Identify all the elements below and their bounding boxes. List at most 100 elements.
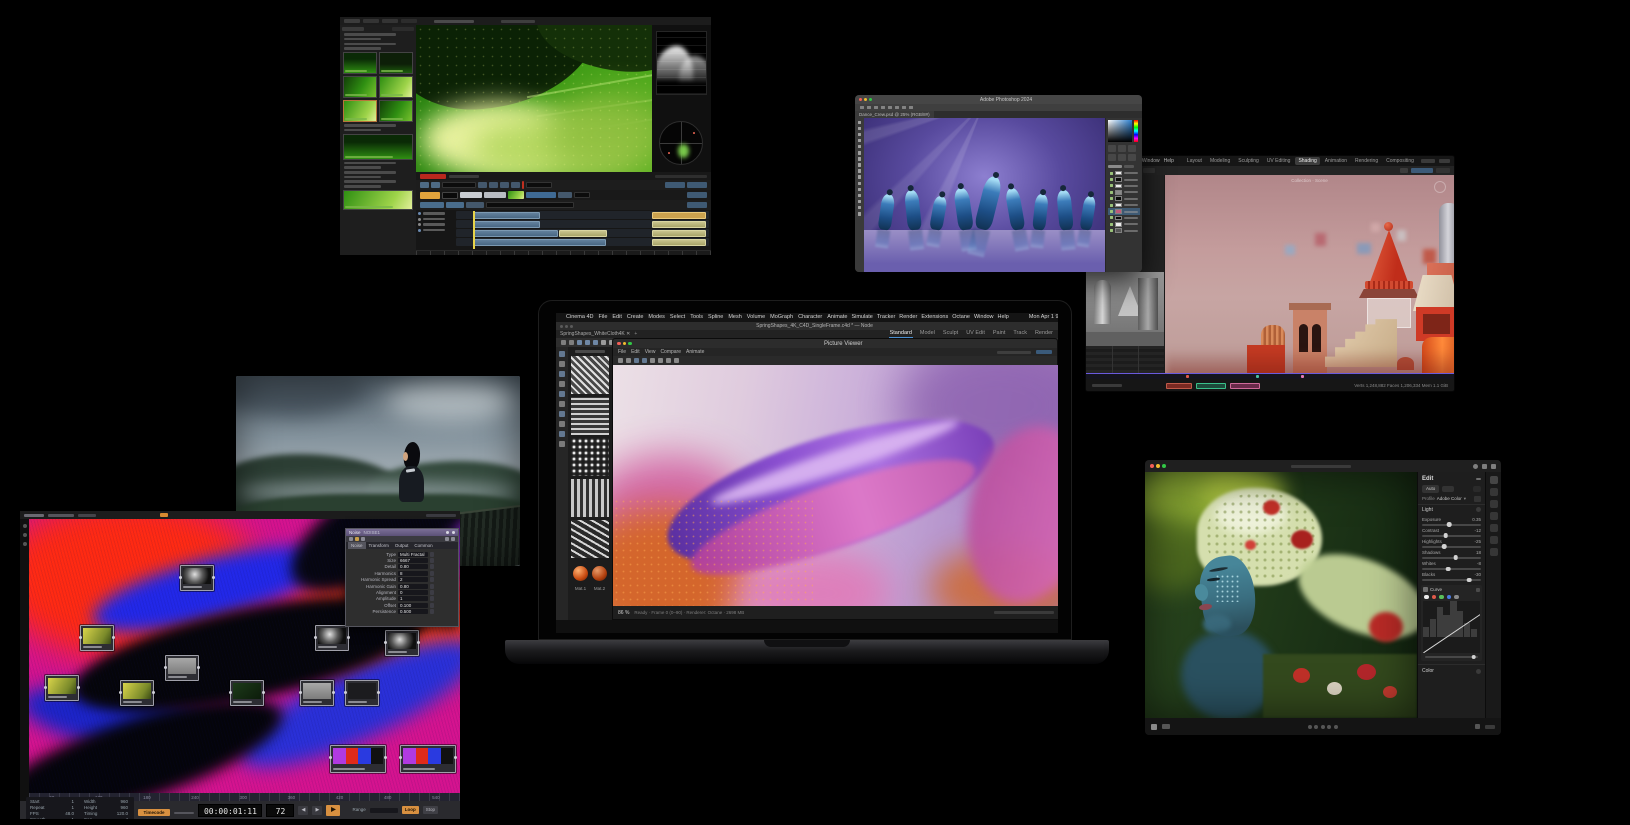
transport-button[interactable] bbox=[420, 182, 429, 188]
folder-icon[interactable] bbox=[618, 358, 623, 363]
parameter-value-field[interactable]: 8 bbox=[398, 570, 428, 576]
pin-icon[interactable] bbox=[446, 531, 449, 534]
node[interactable] bbox=[79, 625, 115, 651]
value-chip[interactable] bbox=[687, 202, 707, 208]
material-sphere[interactable] bbox=[573, 566, 588, 581]
play-button[interactable]: ▶ bbox=[326, 804, 341, 816]
share-icon[interactable] bbox=[1482, 463, 1487, 469]
adjustment-icon[interactable] bbox=[1108, 145, 1116, 152]
panel-collapse-icon[interactable] bbox=[1476, 587, 1480, 592]
transport-button[interactable] bbox=[478, 182, 487, 188]
slider-track[interactable] bbox=[1422, 544, 1481, 549]
value-field[interactable] bbox=[574, 192, 590, 198]
rail-icon[interactable] bbox=[22, 542, 27, 546]
menu-item[interactable]: Animate bbox=[827, 314, 847, 321]
rail-icon[interactable] bbox=[22, 533, 27, 537]
reset-button[interactable] bbox=[1473, 485, 1481, 492]
workspace-tab[interactable]: Rendering bbox=[1352, 157, 1381, 165]
section-reset-icon[interactable] bbox=[1476, 668, 1481, 674]
tool-chip[interactable] bbox=[1400, 168, 1408, 173]
stepper[interactable] bbox=[430, 558, 434, 564]
overlay-chip[interactable] bbox=[1436, 168, 1450, 173]
tool-option-icon[interactable] bbox=[874, 105, 878, 110]
timeline-track[interactable] bbox=[456, 220, 709, 228]
workspace-tab[interactable]: Layout bbox=[1184, 157, 1205, 165]
visibility-icon[interactable] bbox=[1110, 171, 1113, 175]
close-icon[interactable] bbox=[1150, 464, 1154, 468]
slider-track[interactable] bbox=[1422, 522, 1481, 527]
visibility-icon[interactable] bbox=[1110, 178, 1113, 182]
workspace-tab[interactable]: UV Editing bbox=[1264, 157, 1294, 165]
visibility-icon[interactable] bbox=[1110, 210, 1113, 214]
parameter-value-field[interactable]: Multi Fractal bbox=[398, 551, 428, 557]
stepper[interactable] bbox=[430, 596, 434, 602]
heal-tool-icon[interactable] bbox=[857, 157, 862, 161]
menu-item[interactable]: File bbox=[599, 314, 608, 321]
value-chip[interactable] bbox=[687, 192, 707, 198]
tool-option-icon[interactable] bbox=[867, 105, 871, 110]
visibility-icon[interactable] bbox=[1110, 216, 1113, 220]
props-tab[interactable]: Noise bbox=[348, 542, 366, 549]
channels-tab[interactable] bbox=[1124, 165, 1134, 168]
menu-chip[interactable] bbox=[24, 513, 44, 517]
zoom-icon[interactable] bbox=[628, 341, 632, 346]
navigation-gizmo[interactable] bbox=[1434, 181, 1446, 193]
parameter-value-field[interactable]: 0.100 bbox=[398, 602, 428, 608]
layout-tab[interactable]: Render bbox=[1034, 330, 1054, 339]
clip-thumbnail[interactable] bbox=[379, 51, 413, 74]
layers-tab[interactable] bbox=[1108, 165, 1122, 168]
visibility-icon[interactable] bbox=[1110, 203, 1113, 207]
node[interactable] bbox=[384, 630, 420, 656]
lr-titlebar[interactable] bbox=[1145, 460, 1501, 472]
menu-item[interactable]: Tools bbox=[690, 314, 703, 321]
menubar-clock[interactable]: Mon Apr 1 9:41 AM bbox=[1029, 314, 1058, 321]
slider-row[interactable]: Blacks -30 bbox=[1422, 572, 1481, 583]
timecode-mode-button[interactable]: Timecode bbox=[138, 809, 170, 816]
adjustment-icon[interactable] bbox=[1128, 154, 1136, 161]
shading-chip[interactable] bbox=[1411, 168, 1433, 173]
material-sphere[interactable] bbox=[592, 566, 607, 581]
menu-item[interactable]: Animate bbox=[686, 349, 704, 355]
parameter-value-field[interactable]: 6667 bbox=[398, 558, 428, 564]
slider-row[interactable]: Contrast -12 bbox=[1422, 528, 1481, 538]
slider-knob[interactable] bbox=[1466, 577, 1472, 583]
media-tree[interactable] bbox=[342, 33, 414, 50]
search-field[interactable] bbox=[486, 202, 574, 208]
media-icon[interactable] bbox=[355, 537, 359, 541]
close-icon[interactable] bbox=[617, 341, 621, 346]
menu-item[interactable]: Window bbox=[1142, 158, 1160, 164]
slider-knob[interactable] bbox=[1453, 555, 1458, 561]
clip-thumbnail[interactable] bbox=[379, 75, 413, 98]
menu-item[interactable]: Volume bbox=[747, 314, 765, 321]
tone-curve-graph[interactable] bbox=[1423, 601, 1480, 654]
visibility-icon[interactable] bbox=[1110, 229, 1113, 233]
healing-icon[interactable] bbox=[1489, 500, 1498, 508]
marquee-tool-icon[interactable] bbox=[857, 126, 862, 131]
tab[interactable] bbox=[344, 19, 360, 23]
tool-option-icon[interactable] bbox=[902, 105, 906, 110]
eyedropper-tool-icon[interactable] bbox=[857, 151, 862, 155]
option-chip[interactable] bbox=[460, 192, 482, 198]
scene-selector[interactable] bbox=[1420, 159, 1436, 163]
viewlayer-selector[interactable] bbox=[1439, 159, 1450, 163]
option-chip[interactable] bbox=[484, 192, 506, 198]
parameter-value-field[interactable]: 0 bbox=[398, 590, 428, 596]
gradient-tool-icon[interactable] bbox=[857, 181, 862, 186]
render-icon[interactable] bbox=[601, 340, 606, 345]
close-icon[interactable] bbox=[560, 324, 563, 328]
rating-stars[interactable] bbox=[1307, 724, 1338, 729]
rotate-icon[interactable] bbox=[593, 340, 598, 345]
crop-tool-icon[interactable] bbox=[857, 144, 862, 149]
stepper[interactable] bbox=[430, 577, 434, 583]
curve-channel-point[interactable] bbox=[1454, 594, 1459, 600]
slider-track[interactable] bbox=[1422, 555, 1481, 561]
stepper[interactable] bbox=[430, 602, 434, 608]
shape-tool-icon[interactable] bbox=[857, 199, 862, 204]
slider-track[interactable] bbox=[1422, 577, 1481, 583]
marker-chip-pink[interactable] bbox=[1230, 382, 1260, 389]
curve-channel-red[interactable] bbox=[1431, 594, 1437, 600]
panel-menu-icon[interactable] bbox=[1476, 478, 1481, 480]
refine-slider[interactable] bbox=[1425, 654, 1478, 660]
node[interactable] bbox=[44, 675, 80, 701]
tool-icon[interactable] bbox=[559, 401, 565, 407]
